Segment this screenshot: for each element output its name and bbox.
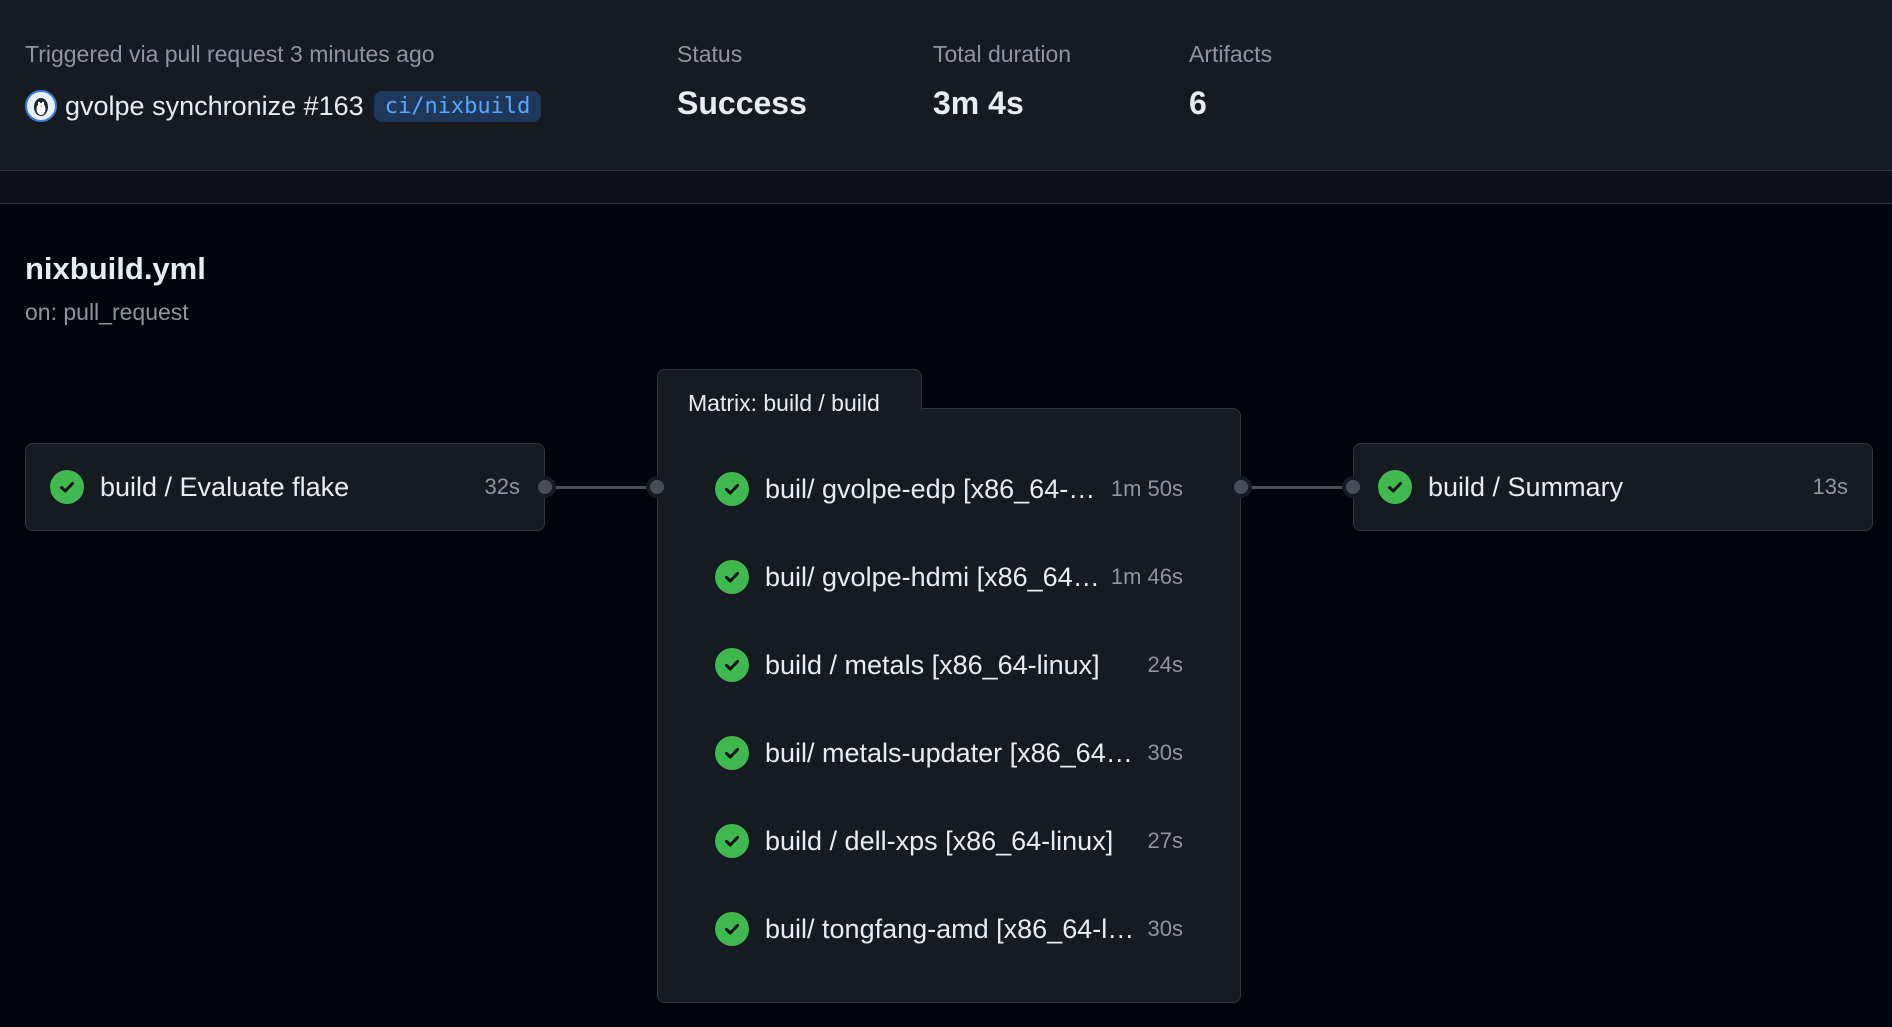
check-circle-icon [715, 472, 749, 506]
job-duration: 13s [1812, 474, 1848, 499]
branch-badge[interactable]: ci/nixbuild [373, 90, 542, 122]
matrix-job-name: buil/ gvolpe-edp [x86_64-linux] [765, 473, 1101, 504]
check-circle-icon [50, 470, 84, 504]
matrix-job-name: build / dell-xps [x86_64-linux] [765, 825, 1114, 856]
trigger-label: Triggered via pull request 3 minutes ago [25, 41, 435, 67]
duration-label: Total duration [933, 41, 1072, 67]
connector-dot [534, 476, 556, 498]
matrix-job-duration: 24s [1147, 652, 1183, 677]
matrix-job-duration: 1m 46s [1110, 564, 1183, 589]
user-avatar-icon [34, 98, 48, 116]
job-name: build / Summary [1428, 471, 1624, 502]
status-stat: Status Success [677, 41, 807, 122]
status-label: Status [677, 41, 743, 67]
matrix-job-duration: 30s [1147, 916, 1183, 941]
job-duration: 32s [484, 474, 520, 499]
check-circle-icon [715, 560, 749, 594]
job-name: build / Evaluate flake [100, 471, 350, 502]
check-circle-icon [715, 648, 749, 682]
matrix-job-name: buil/ tongfang-amd [x86_64-linux] [765, 913, 1138, 944]
artifacts-label: Artifacts [1189, 41, 1273, 67]
check-circle-icon [715, 824, 749, 858]
matrix-job[interactable]: buil/ gvolpe-edp [x86_64-linux] 1m 50s [715, 469, 1183, 509]
check-circle-icon [1378, 470, 1412, 504]
duration-stat: Total duration 3m 4s [933, 41, 1071, 122]
artifacts-value[interactable]: 6 [1189, 85, 1272, 122]
trigger-text[interactable]: gvolpe synchronize #163 [65, 91, 364, 122]
connector-dot [1342, 476, 1364, 498]
job-summary[interactable]: build / Summary 13s [1353, 443, 1873, 531]
artifacts-stat: Artifacts 6 [1189, 41, 1272, 122]
matrix-job-name: buil/ gvolpe-hdmi [x86_64-linux] [765, 561, 1101, 592]
connector-line [545, 486, 657, 489]
connector-dot [646, 476, 668, 498]
connector-line [1241, 486, 1353, 489]
matrix-job[interactable]: buil/ metals-updater [x86_64-linux] 30s [715, 733, 1183, 773]
check-circle-icon [715, 736, 749, 770]
summary-divider [0, 171, 1892, 204]
workflow-name[interactable]: nixbuild.yml [25, 251, 206, 287]
matrix-job[interactable]: buil/ gvolpe-hdmi [x86_64-linux] 1m 46s [715, 557, 1183, 597]
matrix-job-name: buil/ metals-updater [x86_64-linux] [765, 737, 1138, 768]
trigger-row: gvolpe synchronize #163 ci/nixbuild [25, 86, 542, 126]
duration-value: 3m 4s [933, 85, 1024, 121]
avatar[interactable] [25, 90, 57, 122]
matrix-title: Matrix: build / build [688, 390, 880, 416]
matrix-job[interactable]: build / metals [x86_64-linux] 24s [715, 645, 1183, 685]
matrix-job-duration: 1m 50s [1110, 476, 1183, 501]
job-evaluate-flake[interactable]: build / Evaluate flake 32s [25, 443, 545, 531]
status-value: Success [677, 85, 807, 121]
matrix-job[interactable]: build / dell-xps [x86_64-linux] 27s [715, 821, 1183, 861]
connector-dot [1230, 476, 1252, 498]
workflow-trigger: on: pull_request [25, 299, 189, 325]
matrix-job[interactable]: buil/ tongfang-amd [x86_64-linux] 30s [715, 909, 1183, 949]
matrix-job-duration: 27s [1147, 828, 1183, 853]
check-circle-icon [715, 912, 749, 946]
matrix-job-name: build / metals [x86_64-linux] [765, 649, 1100, 680]
matrix-job-duration: 30s [1147, 740, 1183, 765]
